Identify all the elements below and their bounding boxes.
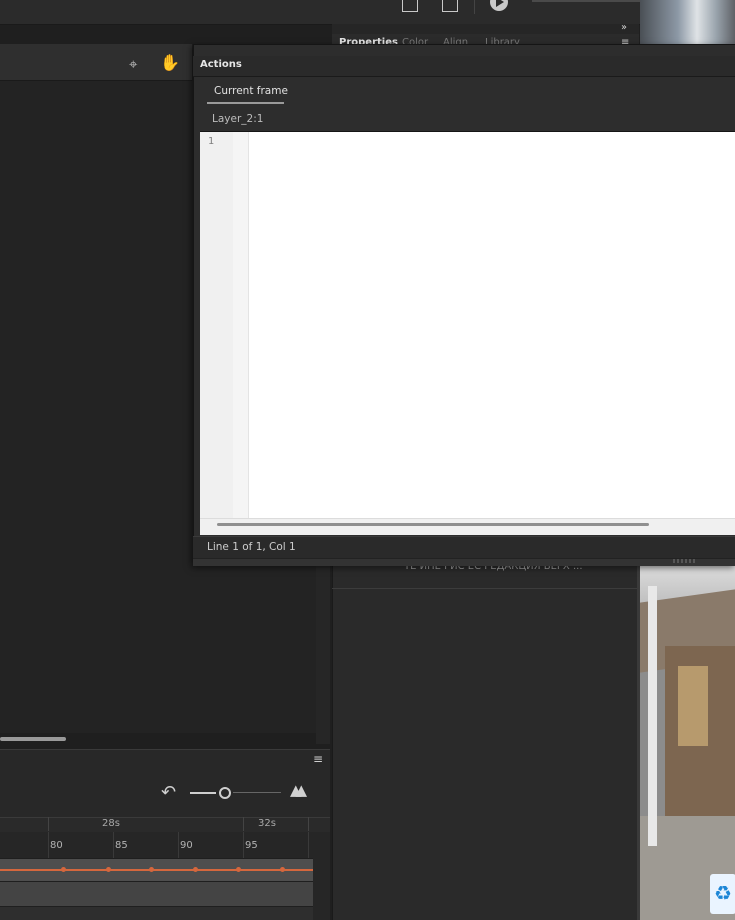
- snap-icon[interactable]: ⌖: [129, 55, 137, 73]
- code-input[interactable]: [249, 132, 735, 518]
- frame-label: 90: [180, 840, 193, 851]
- keyframe-marker[interactable]: [106, 867, 111, 872]
- right-panel-body: [332, 565, 640, 920]
- frame-tick: [243, 832, 244, 858]
- tween-span[interactable]: [0, 869, 313, 871]
- mountain-icon[interactable]: ▲▲: [290, 781, 307, 799]
- timeline-menu-icon[interactable]: ≡: [313, 752, 323, 766]
- keyframe-marker[interactable]: [149, 867, 154, 872]
- frame-label: 95: [245, 840, 258, 851]
- actions-panel-bottom-edge: [193, 558, 735, 566]
- zoom-slider-fill: [190, 792, 216, 794]
- seconds-tick: [243, 817, 244, 831]
- seconds-tick: [48, 817, 49, 831]
- frame-label: 85: [115, 840, 128, 851]
- frame-tick: [178, 832, 179, 858]
- frame-label: 80: [50, 840, 63, 851]
- right-panel-divider: [332, 588, 639, 589]
- timeline-footer: [0, 907, 313, 920]
- recycle-symbol-icon: ♻: [714, 881, 732, 905]
- keyframe-marker[interactable]: [193, 867, 198, 872]
- desktop-wallpaper-bottom: [640, 566, 735, 920]
- photo-pole: [648, 586, 657, 846]
- actions-title-bar[interactable]: [193, 56, 735, 77]
- frame-tick: [113, 832, 114, 858]
- layout-icon[interactable]: [442, 0, 458, 12]
- editor-scrollbar-track: [200, 518, 735, 535]
- toolbar-separator: [474, 0, 475, 14]
- seconds-label: 32s: [258, 818, 276, 829]
- desktop-wallpaper-top: [640, 0, 735, 44]
- keyframe-marker[interactable]: [236, 867, 241, 872]
- tab-current-frame-label: Current frame: [214, 85, 288, 97]
- editor-horizontal-scrollbar[interactable]: [217, 523, 649, 526]
- stage-horizontal-scrollbar[interactable]: [0, 737, 66, 741]
- frame-tick: [308, 832, 309, 858]
- code-fold-strip: [233, 132, 249, 518]
- timeline-seconds-ruler: [0, 817, 330, 833]
- timeline-layer-row[interactable]: [0, 882, 313, 906]
- line-number: 1: [208, 136, 215, 147]
- publish-icon[interactable]: [402, 0, 418, 12]
- hand-icon[interactable]: ✋: [160, 53, 180, 72]
- zoom-slider-handle[interactable]: [219, 787, 231, 799]
- seconds-tick: [308, 817, 309, 831]
- line-number-gutter: [200, 132, 233, 518]
- expand-panels-icon[interactable]: ››: [621, 22, 627, 33]
- actions-panel-title: Actions: [200, 59, 242, 70]
- keyframe-marker[interactable]: [280, 867, 285, 872]
- resize-grip-icon[interactable]: [673, 559, 695, 563]
- frame-tick: [48, 832, 49, 858]
- undo-icon[interactable]: ↶: [161, 782, 176, 803]
- timeline-header: [0, 749, 330, 770]
- zoom-slider-track[interactable]: [233, 792, 281, 793]
- photo-door: [678, 666, 708, 746]
- cursor-position-status: Line 1 of 1, Col 1: [207, 541, 296, 553]
- app-toolbar: [0, 0, 640, 25]
- toolbar-field: [532, 0, 640, 2]
- layer-frame-label: Layer_2:1: [212, 113, 264, 125]
- timeline-scroll-gutter: [313, 858, 330, 920]
- keyframe-marker[interactable]: [61, 867, 66, 872]
- seconds-label: 28s: [102, 818, 120, 829]
